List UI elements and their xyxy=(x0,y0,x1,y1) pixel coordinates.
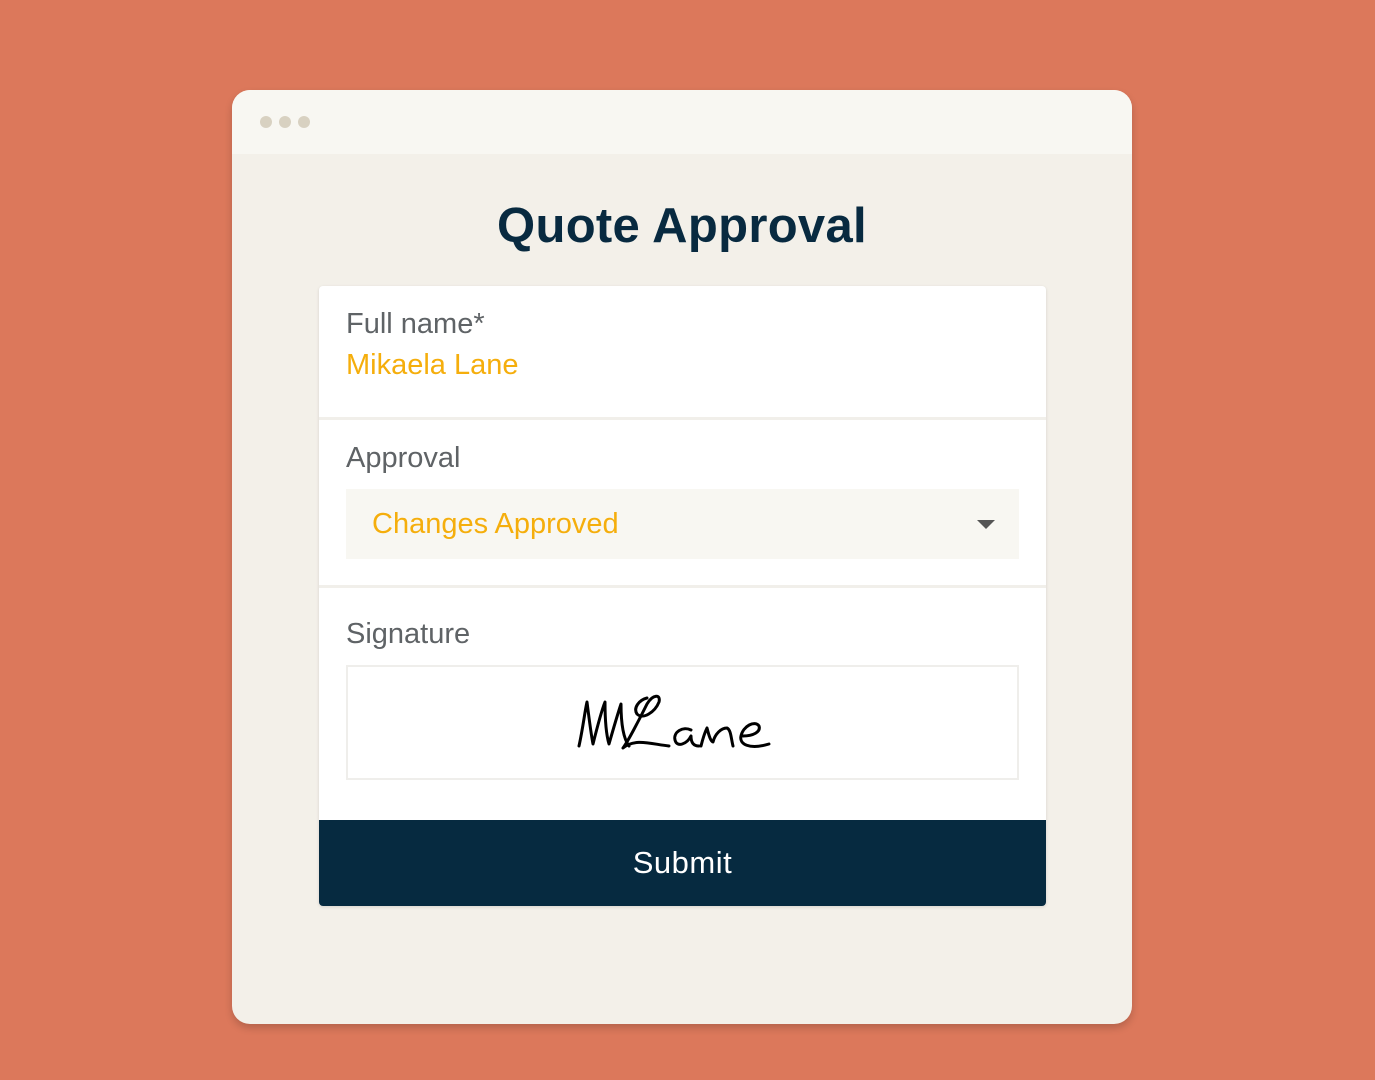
approval-selected-value: Changes Approved xyxy=(372,507,619,540)
signature-pad[interactable] xyxy=(346,665,1019,780)
approval-label: Approval xyxy=(346,442,461,474)
signature-field: Signature xyxy=(319,588,1046,820)
signature-label: Signature xyxy=(346,618,471,650)
signature-drawing xyxy=(577,694,770,749)
window-dot-icon[interactable] xyxy=(279,116,291,128)
page-title: Quote Approval xyxy=(497,199,867,253)
window-dot-icon[interactable] xyxy=(298,116,310,128)
window-titlebar xyxy=(232,90,1132,154)
submit-button[interactable]: Submit xyxy=(319,820,1046,906)
approval-field: Approval Changes Approved xyxy=(319,420,1046,588)
chevron-down-icon[interactable] xyxy=(977,519,995,529)
full-name-field[interactable]: Full name* Mikaela Lane xyxy=(319,286,1046,420)
app-window: Quote Approval Full name* Mikaela Lane A… xyxy=(232,90,1132,1024)
window-dot-icon[interactable] xyxy=(260,116,272,128)
full-name-value[interactable]: Mikaela Lane xyxy=(346,349,1019,382)
full-name-label: Full name* xyxy=(346,308,485,340)
approval-select[interactable]: Changes Approved xyxy=(346,489,1019,559)
quote-approval-form: Full name* Mikaela Lane Approval Changes… xyxy=(319,286,1046,906)
